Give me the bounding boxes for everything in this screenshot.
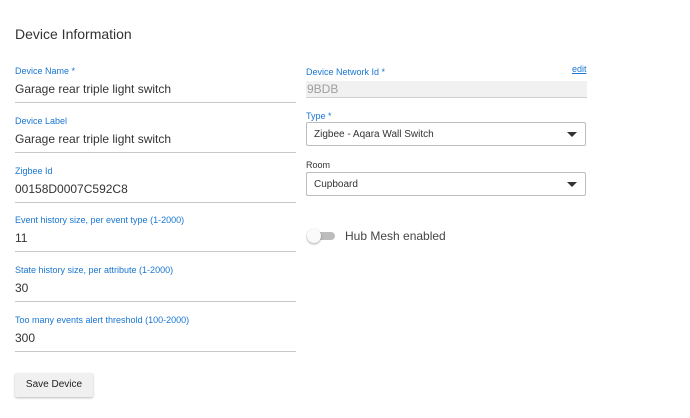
room-selected-value: Cupboard — [314, 179, 358, 190]
device-info-card: Device Information Device Name * Garage … — [0, 0, 690, 418]
zigbee-id-underline — [15, 202, 296, 203]
chevron-down-icon — [567, 182, 577, 187]
hub-mesh-label: Hub Mesh enabled — [345, 229, 446, 243]
type-selected-value: Zigbee - Aqara Wall Switch — [314, 129, 434, 140]
type-select[interactable]: Zigbee - Aqara Wall Switch — [306, 122, 586, 146]
room-select[interactable]: Cupboard — [306, 172, 586, 196]
alert-threshold-field[interactable]: Too many events alert threshold (100-200… — [15, 315, 296, 352]
device-name-field[interactable]: Device Name * Garage rear triple light s… — [15, 66, 296, 103]
device-label-field[interactable]: Device Label Garage rear triple light sw… — [15, 116, 296, 153]
alert-threshold-underline — [15, 351, 296, 352]
state-history-field[interactable]: State history size, per attribute (1-200… — [15, 265, 296, 302]
device-name-underline — [15, 102, 296, 103]
device-name-input[interactable]: Garage rear triple light switch — [15, 82, 296, 96]
network-id-edit-link[interactable]: edit — [572, 64, 587, 74]
device-label-label: Device Label — [15, 116, 68, 126]
state-history-underline — [15, 301, 296, 302]
device-label-input[interactable]: Garage rear triple light switch — [15, 132, 296, 146]
type-label: Type * — [306, 111, 332, 121]
network-id-label: Device Network Id * — [306, 67, 386, 77]
network-id-value: 9BDB — [307, 82, 339, 96]
toggle-thumb — [307, 229, 321, 243]
zigbee-id-input[interactable]: 00158D0007C592C8 — [15, 182, 296, 196]
chevron-down-icon — [567, 132, 577, 137]
state-history-input[interactable]: 30 — [15, 281, 296, 295]
device-label-underline — [15, 152, 296, 153]
zigbee-id-label: Zigbee Id — [15, 166, 53, 176]
event-history-input[interactable]: 11 — [15, 231, 296, 245]
state-history-label: State history size, per attribute (1-200… — [15, 265, 174, 275]
room-label: Room — [306, 160, 331, 170]
event-history-label: Event history size, per event type (1-20… — [15, 215, 185, 225]
alert-threshold-input[interactable]: 300 — [15, 331, 296, 345]
section-title: Device Information — [15, 26, 132, 42]
zigbee-id-field[interactable]: Zigbee Id 00158D0007C592C8 — [15, 166, 296, 203]
network-id-field: 9BDB — [306, 81, 587, 98]
network-id-label-wrap: Device Network Id * — [306, 67, 385, 78]
alert-threshold-label: Too many events alert threshold (100-200… — [15, 315, 190, 325]
hub-mesh-toggle[interactable] — [307, 229, 335, 243]
event-history-field[interactable]: Event history size, per event type (1-20… — [15, 215, 296, 252]
device-name-label: Device Name * — [15, 66, 76, 76]
save-device-button[interactable]: Save Device — [15, 373, 93, 397]
event-history-underline — [15, 251, 296, 252]
